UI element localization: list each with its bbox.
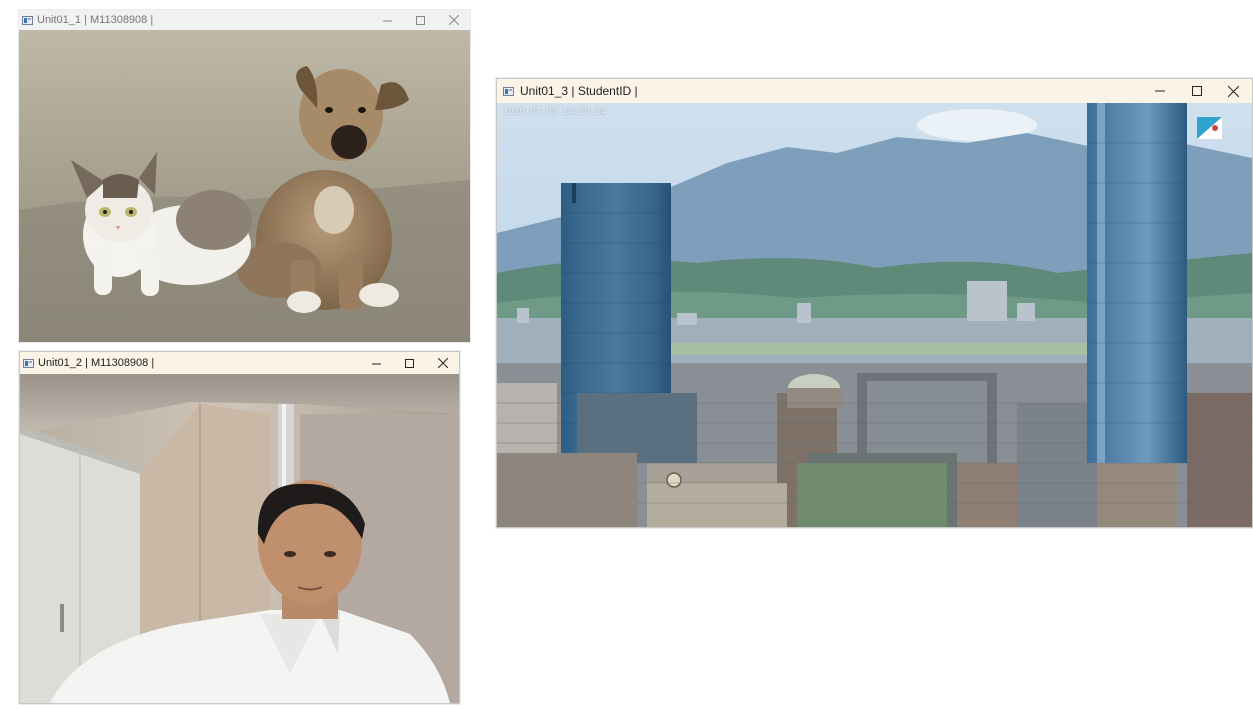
minimize-button[interactable] [371, 10, 404, 30]
maximize-button[interactable] [404, 10, 437, 30]
close-button[interactable] [1215, 79, 1252, 103]
maximize-icon [405, 358, 414, 368]
close-icon [448, 15, 459, 25]
image-webcam-man [20, 374, 459, 703]
window-unit01-1[interactable]: Unit01_1 | M11308908 | [19, 10, 470, 342]
close-icon [437, 358, 448, 368]
maximize-button[interactable] [1178, 79, 1215, 103]
image-city-skyline: 2026-07-03 14:28:34 [497, 103, 1252, 527]
maximize-icon [416, 15, 425, 25]
channel-logo-icon [1197, 117, 1222, 139]
window-title: Unit01_3 | StudentID | [520, 84, 638, 98]
window-titlebar[interactable]: Unit01_1 | M11308908 | [19, 10, 470, 30]
app-icon [23, 358, 34, 368]
window-unit01-3[interactable]: Unit01_3 | StudentID | 2026-07-03 14:28:… [496, 78, 1253, 528]
minimize-button[interactable] [1141, 79, 1178, 103]
minimize-icon [1154, 90, 1165, 92]
minimize-button[interactable] [360, 352, 393, 374]
minimize-icon [383, 20, 392, 21]
window-title: Unit01_1 | M11308908 | [37, 14, 154, 26]
app-icon [22, 15, 33, 25]
app-icon [503, 86, 514, 96]
close-button[interactable] [437, 10, 470, 30]
close-icon [1228, 85, 1239, 97]
window-unit01-2[interactable]: Unit01_2 | M11308908 | [19, 351, 460, 704]
minimize-icon [372, 363, 381, 364]
close-button[interactable] [426, 352, 459, 374]
timestamp-overlay: 2026-07-03 14:28:34 [503, 107, 606, 117]
window-title: Unit01_2 | M11308908 | [38, 357, 155, 369]
window-titlebar[interactable]: Unit01_3 | StudentID | [497, 79, 1252, 103]
window-titlebar[interactable]: Unit01_2 | M11308908 | [20, 352, 459, 374]
image-cat-and-puppy [19, 30, 470, 342]
maximize-button[interactable] [393, 352, 426, 374]
maximize-icon [1191, 86, 1202, 96]
